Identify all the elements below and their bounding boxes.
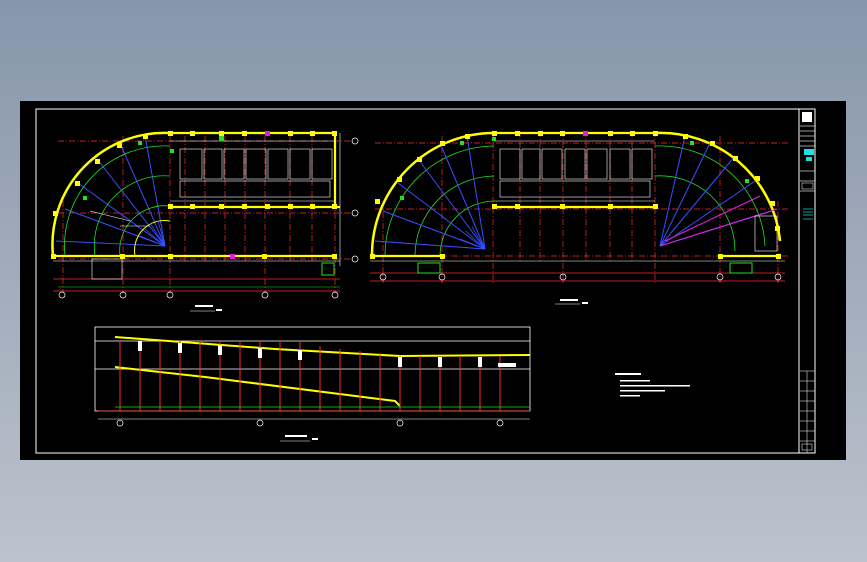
title-block bbox=[798, 109, 815, 453]
floor-plan-right bbox=[370, 131, 790, 305]
cad-drawing bbox=[35, 108, 816, 454]
drawing-sheet bbox=[20, 101, 846, 460]
longitudinal-section bbox=[94, 326, 531, 442]
general-notes bbox=[615, 373, 690, 397]
floor-plan-left bbox=[51, 131, 359, 312]
